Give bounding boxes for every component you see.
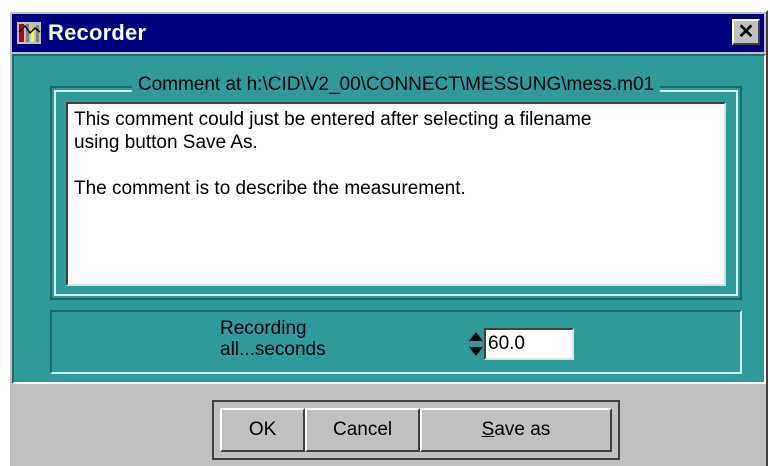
spin-up-icon[interactable] xyxy=(469,332,483,341)
recording-label-line2: all...seconds xyxy=(220,339,326,360)
save-as-accelerator: S xyxy=(481,419,495,440)
recording-label: Recording all...seconds xyxy=(220,318,380,360)
comment-textarea[interactable] xyxy=(64,100,728,288)
window-title: Recorder xyxy=(48,20,147,45)
ok-button[interactable]: OK xyxy=(220,408,306,452)
recording-spinner[interactable] xyxy=(468,328,484,362)
save-as-button[interactable]: Save as xyxy=(419,408,612,452)
recording-seconds-input[interactable] xyxy=(484,328,574,360)
close-button[interactable]: ✕ xyxy=(732,19,760,45)
recording-panel: Recording all...seconds xyxy=(50,310,742,374)
title-bar[interactable]: Recorder ✕ xyxy=(12,14,764,52)
cancel-button[interactable]: Cancel xyxy=(305,408,420,452)
close-icon: ✕ xyxy=(737,21,755,43)
save-as-label: ave as xyxy=(494,419,551,440)
spin-down-icon[interactable] xyxy=(469,347,483,356)
recording-label-line1: Recording xyxy=(220,318,307,339)
recorder-window: Recorder ✕ Comment at h:\CID\V2_00\CONNE… xyxy=(8,10,768,466)
recorder-app-icon xyxy=(16,20,42,46)
comment-group-legend: Comment at h:\CID\V2_00\CONNECT\MESSUNG\… xyxy=(131,74,661,96)
content-panel: Comment at h:\CID\V2_00\CONNECT\MESSUNG\… xyxy=(12,54,766,384)
button-group: OK Cancel Save as xyxy=(212,400,620,460)
comment-group: Comment at h:\CID\V2_00\CONNECT\MESSUNG\… xyxy=(50,74,742,300)
